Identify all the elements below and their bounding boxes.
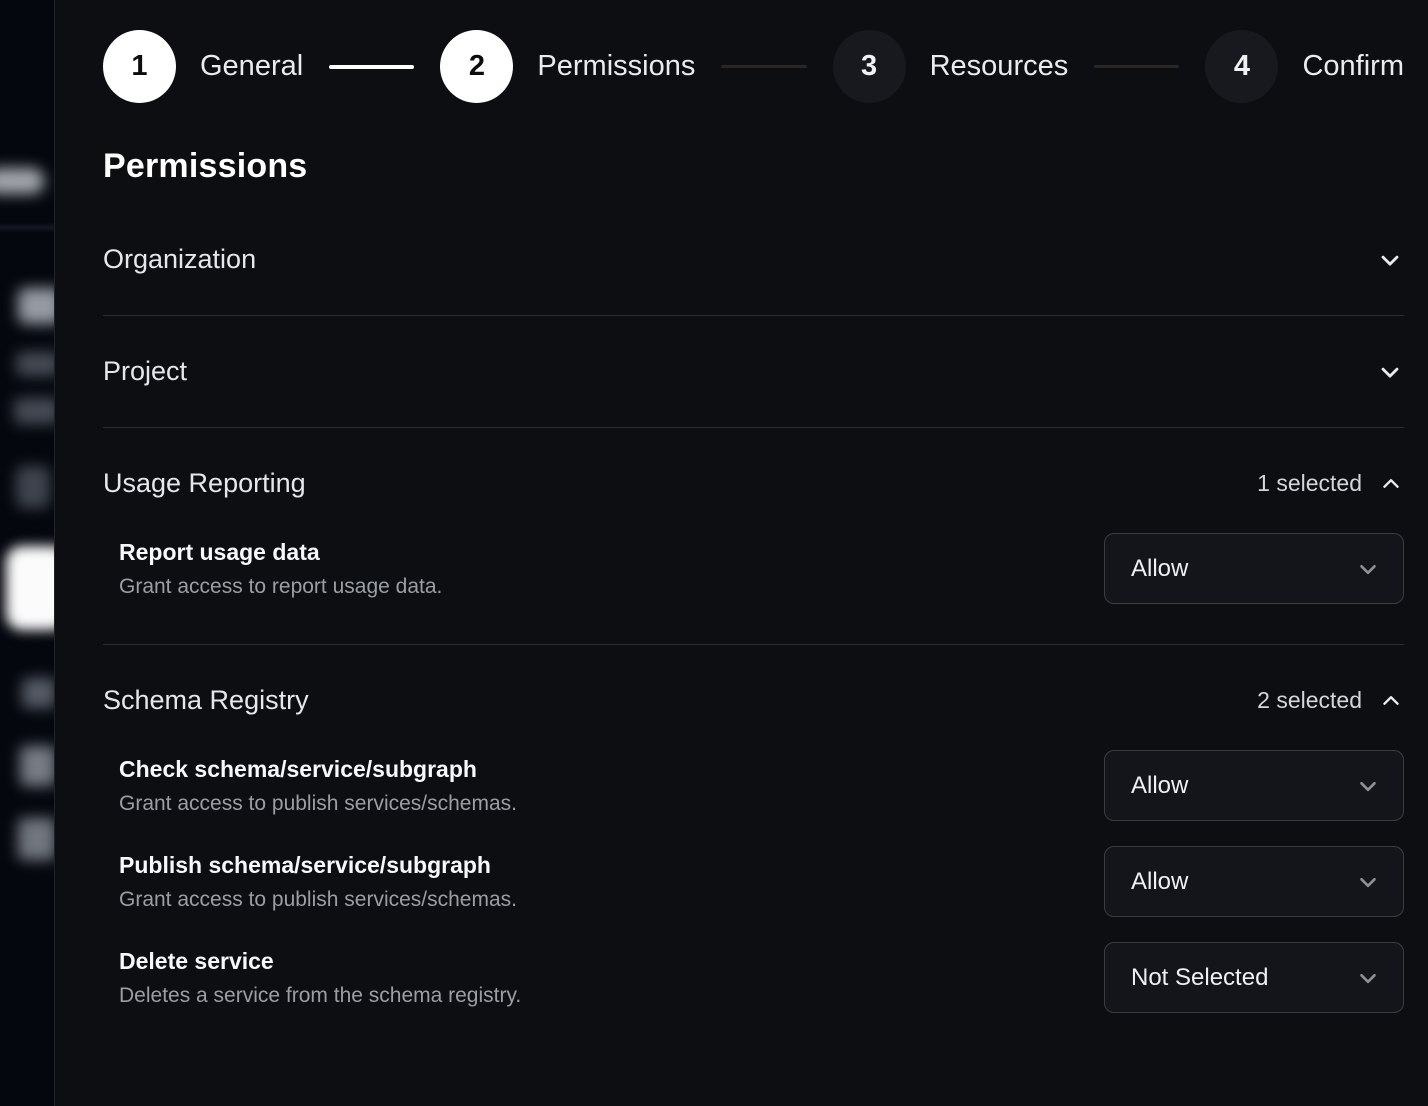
blurred-nav-item — [18, 818, 55, 860]
section-title: Usage Reporting — [103, 468, 306, 499]
blurred-nav-item — [22, 678, 55, 708]
section-usage-reporting: Usage Reporting 1 selected Report usage … — [103, 428, 1404, 645]
permission-select-value: Not Selected — [1131, 964, 1268, 992]
step-connector — [1094, 65, 1179, 68]
section-title: Project — [103, 356, 187, 387]
chevron-up-icon — [1378, 688, 1404, 714]
step-number-circle: 3 — [833, 30, 906, 103]
section-header-schema-registry[interactable]: Schema Registry 2 selected — [103, 685, 1404, 716]
permission-description: Grant access to report usage data. — [119, 575, 442, 599]
section-header-organization[interactable]: Organization — [103, 244, 1404, 275]
selected-count: 2 selected — [1257, 687, 1362, 714]
blurred-text-line — [16, 352, 55, 376]
step-resources[interactable]: 3 Resources — [833, 30, 1069, 103]
permission-title: Check schema/service/subgraph — [119, 756, 517, 783]
permission-text: Check schema/service/subgraph Grant acce… — [119, 756, 517, 816]
permission-text: Report usage data Grant access to report… — [119, 539, 442, 599]
page-title: Permissions — [103, 147, 1404, 186]
section-project: Project — [103, 316, 1404, 428]
wizard-panel: 1 General 2 Permissions 3 Resources 4 Co… — [55, 0, 1428, 1106]
chevron-down-icon — [1376, 358, 1404, 386]
step-number-circle: 2 — [440, 30, 513, 103]
blurred-icon — [16, 466, 50, 508]
permission-title: Delete service — [119, 948, 521, 975]
step-permissions[interactable]: 2 Permissions — [440, 30, 695, 103]
section-header-project[interactable]: Project — [103, 356, 1404, 387]
permission-description: Grant access to publish services/schemas… — [119, 792, 517, 816]
permission-select-value: Allow — [1131, 772, 1188, 800]
permission-select[interactable]: Allow — [1104, 750, 1404, 821]
blurred-divider — [0, 226, 55, 229]
chevron-down-icon — [1355, 773, 1381, 799]
selected-count: 1 selected — [1257, 470, 1362, 497]
section-header-right: 1 selected — [1257, 470, 1404, 497]
permission-select[interactable]: Allow — [1104, 846, 1404, 917]
permission-text: Delete service Deletes a service from th… — [119, 948, 521, 1008]
permission-description: Deletes a service from the schema regist… — [119, 984, 521, 1008]
step-label: Permissions — [537, 50, 695, 83]
step-connector — [721, 65, 806, 68]
step-general[interactable]: 1 General — [103, 30, 303, 103]
step-number-circle: 1 — [103, 30, 176, 103]
section-schema-registry: Schema Registry 2 selected Check schema/… — [103, 645, 1404, 1013]
permission-select[interactable]: Allow — [1104, 533, 1404, 604]
permission-row-publish-schema: Publish schema/service/subgraph Grant ac… — [103, 846, 1404, 917]
blurred-badge — [0, 168, 44, 194]
permission-select-value: Allow — [1131, 868, 1188, 896]
section-header-right: 2 selected — [1257, 687, 1404, 714]
step-number-circle: 4 — [1205, 30, 1278, 103]
permission-select[interactable]: Not Selected — [1104, 942, 1404, 1013]
blurred-heading — [18, 288, 55, 324]
permission-description: Grant access to publish services/schemas… — [119, 888, 517, 912]
permission-row-delete-service: Delete service Deletes a service from th… — [103, 942, 1404, 1013]
permission-select-value: Allow — [1131, 555, 1188, 583]
permission-row-report-usage: Report usage data Grant access to report… — [103, 533, 1404, 604]
background-sidebar — [0, 0, 55, 1106]
blurred-active-item — [6, 546, 55, 630]
step-connector — [329, 65, 414, 69]
permission-title: Report usage data — [119, 539, 442, 566]
section-header-usage-reporting[interactable]: Usage Reporting 1 selected — [103, 468, 1404, 499]
chevron-down-icon — [1355, 869, 1381, 895]
step-label: Resources — [930, 50, 1069, 83]
blurred-text-line — [14, 398, 55, 424]
step-label: Confirm — [1302, 50, 1404, 83]
permission-rows: Check schema/service/subgraph Grant acce… — [103, 750, 1404, 1013]
permission-title: Publish schema/service/subgraph — [119, 852, 517, 879]
section-title: Schema Registry — [103, 685, 309, 716]
wizard-stepper: 1 General 2 Permissions 3 Resources 4 Co… — [103, 30, 1404, 103]
blurred-nav-item — [20, 746, 55, 786]
section-title: Organization — [103, 244, 256, 275]
chevron-up-icon — [1378, 471, 1404, 497]
section-organization: Organization — [103, 186, 1404, 316]
permission-text: Publish schema/service/subgraph Grant ac… — [119, 852, 517, 912]
chevron-down-icon — [1355, 965, 1381, 991]
permission-rows: Report usage data Grant access to report… — [103, 533, 1404, 604]
step-label: General — [200, 50, 303, 83]
step-confirm[interactable]: 4 Confirm — [1205, 30, 1404, 103]
permission-row-check-schema: Check schema/service/subgraph Grant acce… — [103, 750, 1404, 821]
chevron-down-icon — [1376, 246, 1404, 274]
chevron-down-icon — [1355, 556, 1381, 582]
